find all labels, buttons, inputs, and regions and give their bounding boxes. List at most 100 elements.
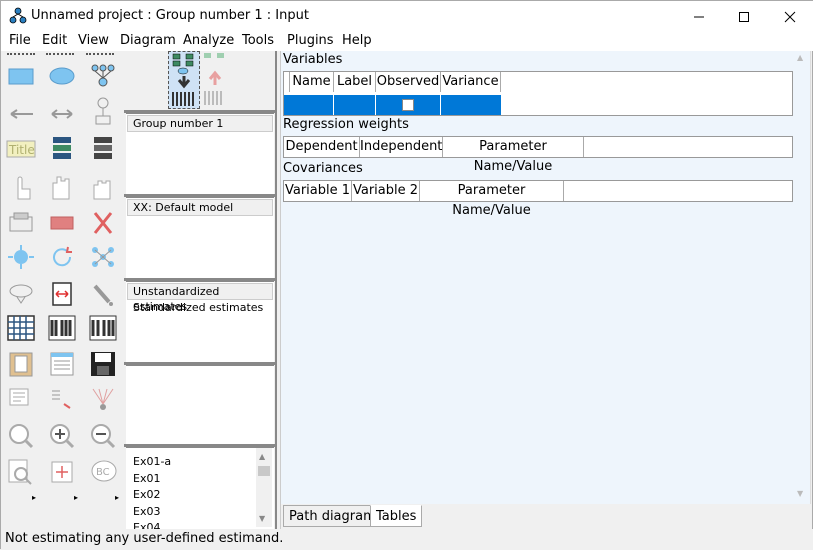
select-data-files-icon[interactable] — [5, 313, 37, 343]
object-properties-icon[interactable] — [5, 384, 37, 414]
file-item[interactable]: Ex02 — [126, 487, 274, 504]
file-item[interactable]: Ex01-a — [126, 454, 274, 471]
menu-edit[interactable]: Edit — [42, 33, 67, 48]
calculate-estimates-icon[interactable] — [87, 313, 119, 343]
move-objects-icon[interactable] — [46, 208, 78, 238]
column-header-independent[interactable]: Independent — [360, 137, 443, 157]
drag-properties-icon[interactable] — [46, 384, 78, 414]
draw-path-icon[interactable] — [5, 99, 37, 129]
toolbox-more-arrow[interactable]: ▸ — [32, 493, 36, 502]
toolbox-more-arrow[interactable]: ▸ — [74, 493, 78, 502]
menu-view[interactable]: View — [78, 33, 109, 48]
scroll-up-icon[interactable]: ▲ — [259, 452, 265, 461]
touch-up-icon[interactable] — [87, 279, 119, 309]
view-text-output-icon[interactable] — [46, 349, 78, 379]
zoom-in-icon[interactable] — [46, 421, 78, 451]
view-page-icon[interactable] — [5, 457, 37, 487]
column-header-label[interactable]: Label — [334, 72, 376, 92]
menu-plugins[interactable]: Plugins — [287, 33, 334, 48]
menu-help[interactable]: Help — [342, 33, 372, 48]
duplicate-objects-icon[interactable] — [5, 208, 37, 238]
minimize-button[interactable] — [676, 1, 722, 32]
menu-analyze[interactable]: Analyze — [183, 33, 234, 48]
title-bar: Unnamed project : Group number 1 : Input — [1, 1, 813, 32]
close-icon — [784, 11, 796, 22]
column-header-variable-1[interactable]: Variable 1 — [284, 181, 352, 201]
rotate-indicators-icon[interactable] — [46, 242, 78, 272]
view-output-icon — [204, 53, 224, 105]
copy-to-clipboard-icon[interactable] — [5, 349, 37, 379]
list-variables-in-dataset-icon[interactable] — [87, 134, 119, 164]
tab-tables[interactable]: Tables — [370, 505, 423, 527]
estimates-item-standardized[interactable]: Standardized estimates — [126, 301, 274, 314]
file-item[interactable]: Ex01 — [126, 471, 274, 488]
scroll-down-icon[interactable]: ▼ — [259, 514, 265, 523]
select-one-object-icon[interactable] — [5, 172, 37, 202]
maximize-icon — [739, 11, 749, 22]
regression-weights-table: Dependent Independent Parameter Name/Val… — [283, 136, 793, 174]
add-unique-variable-icon[interactable] — [87, 96, 119, 126]
select-all-objects-icon[interactable] — [46, 172, 78, 202]
change-shape-icon[interactable] — [5, 242, 37, 272]
file-item[interactable]: Ex04 — [126, 520, 274, 529]
covariances-table: Variable 1 Variable 2 Parameter Name/Val… — [283, 180, 793, 218]
files-panel: Ex01-a Ex01 Ex02 Ex03 Ex04 ▲ ▼ — [126, 447, 274, 529]
table-row[interactable] — [290, 95, 501, 115]
input-view-button[interactable] — [168, 51, 200, 109]
draw-latent-indicator-icon[interactable] — [87, 61, 119, 91]
output-view-button[interactable] — [201, 51, 229, 109]
deselect-all-objects-icon[interactable] — [87, 172, 119, 202]
groups-header[interactable]: Group number 1 — [127, 115, 273, 132]
scroll-down-icon[interactable]: ▼ — [797, 489, 803, 498]
fit-to-page-icon[interactable] — [46, 457, 78, 487]
column-header-dependent[interactable]: Dependent — [284, 137, 360, 157]
draw-covariance-icon[interactable] — [46, 99, 78, 129]
menu-tools[interactable]: Tools — [242, 33, 274, 48]
list-variables-in-model-icon[interactable] — [46, 134, 78, 164]
maximize-button[interactable] — [721, 1, 767, 32]
covariances-title: Covariances — [283, 161, 363, 176]
menu-bar: File Edit View Diagram Analyze Tools Plu… — [1, 32, 813, 51]
close-button[interactable] — [767, 1, 813, 32]
svg-text:BC: BC — [96, 467, 110, 478]
toolbox: Title BC ▸ ▸ ▸ — [1, 51, 124, 529]
status-bar: Not estimating any user-defined estimand… — [1, 529, 813, 550]
menu-file[interactable]: File — [9, 33, 31, 48]
tables-scrollbar[interactable]: ▲ ▼ — [794, 51, 810, 504]
scroll-up-icon[interactable]: ▲ — [797, 53, 803, 62]
column-header-variable-2[interactable]: Variable 2 — [352, 181, 420, 201]
observed-checkbox[interactable] — [402, 99, 414, 111]
models-panel: XX: Default model — [126, 197, 274, 278]
estimates-item-unstandardized[interactable]: Unstandardized estimates — [127, 283, 273, 313]
variables-table: Name Label Observed Variance — [283, 71, 793, 116]
reflect-indicators-icon[interactable] — [87, 242, 119, 272]
erase-objects-icon[interactable] — [87, 208, 119, 238]
draw-unobserved-variable-icon[interactable] — [46, 61, 78, 91]
analysis-properties-icon[interactable] — [46, 313, 78, 343]
column-header-parameter[interactable]: Parameter Name/Value — [420, 181, 564, 218]
figure-caption-icon[interactable]: Title — [5, 134, 37, 164]
models-header[interactable]: XX: Default model — [127, 199, 273, 216]
toolbox-more-arrow[interactable]: ▸ — [115, 493, 119, 502]
scroll-diagram-icon[interactable] — [46, 279, 78, 309]
tab-strip: Path diagram Tables — [281, 504, 811, 529]
scroll-thumb[interactable] — [258, 466, 270, 476]
column-header-observed[interactable]: Observed — [376, 72, 441, 92]
tab-path-diagram[interactable]: Path diagram — [283, 505, 382, 527]
zoom-out-icon[interactable] — [87, 421, 119, 451]
touch-up-zoom-icon[interactable]: BC — [87, 457, 119, 487]
column-header-parameter[interactable]: Parameter Name/Value — [443, 137, 584, 174]
zoom-selected-area-icon[interactable] — [5, 421, 37, 451]
menu-diagram[interactable]: Diagram — [120, 33, 176, 48]
move-parameter-icon[interactable] — [5, 279, 37, 309]
estimates-panel: Unstandardized estimates Standardized es… — [126, 281, 274, 362]
draw-observed-variable-icon[interactable] — [5, 61, 37, 91]
file-item[interactable]: Ex03 — [126, 504, 274, 521]
minimize-icon — [694, 16, 704, 17]
files-scrollbar[interactable]: ▲ ▼ — [256, 448, 272, 527]
groups-panel: Group number 1 — [126, 113, 274, 194]
column-header-variance[interactable]: Variance — [441, 72, 501, 92]
preserve-symmetries-icon[interactable] — [87, 384, 119, 414]
save-diagram-icon[interactable] — [87, 349, 119, 379]
column-header-name[interactable]: Name — [290, 72, 334, 92]
